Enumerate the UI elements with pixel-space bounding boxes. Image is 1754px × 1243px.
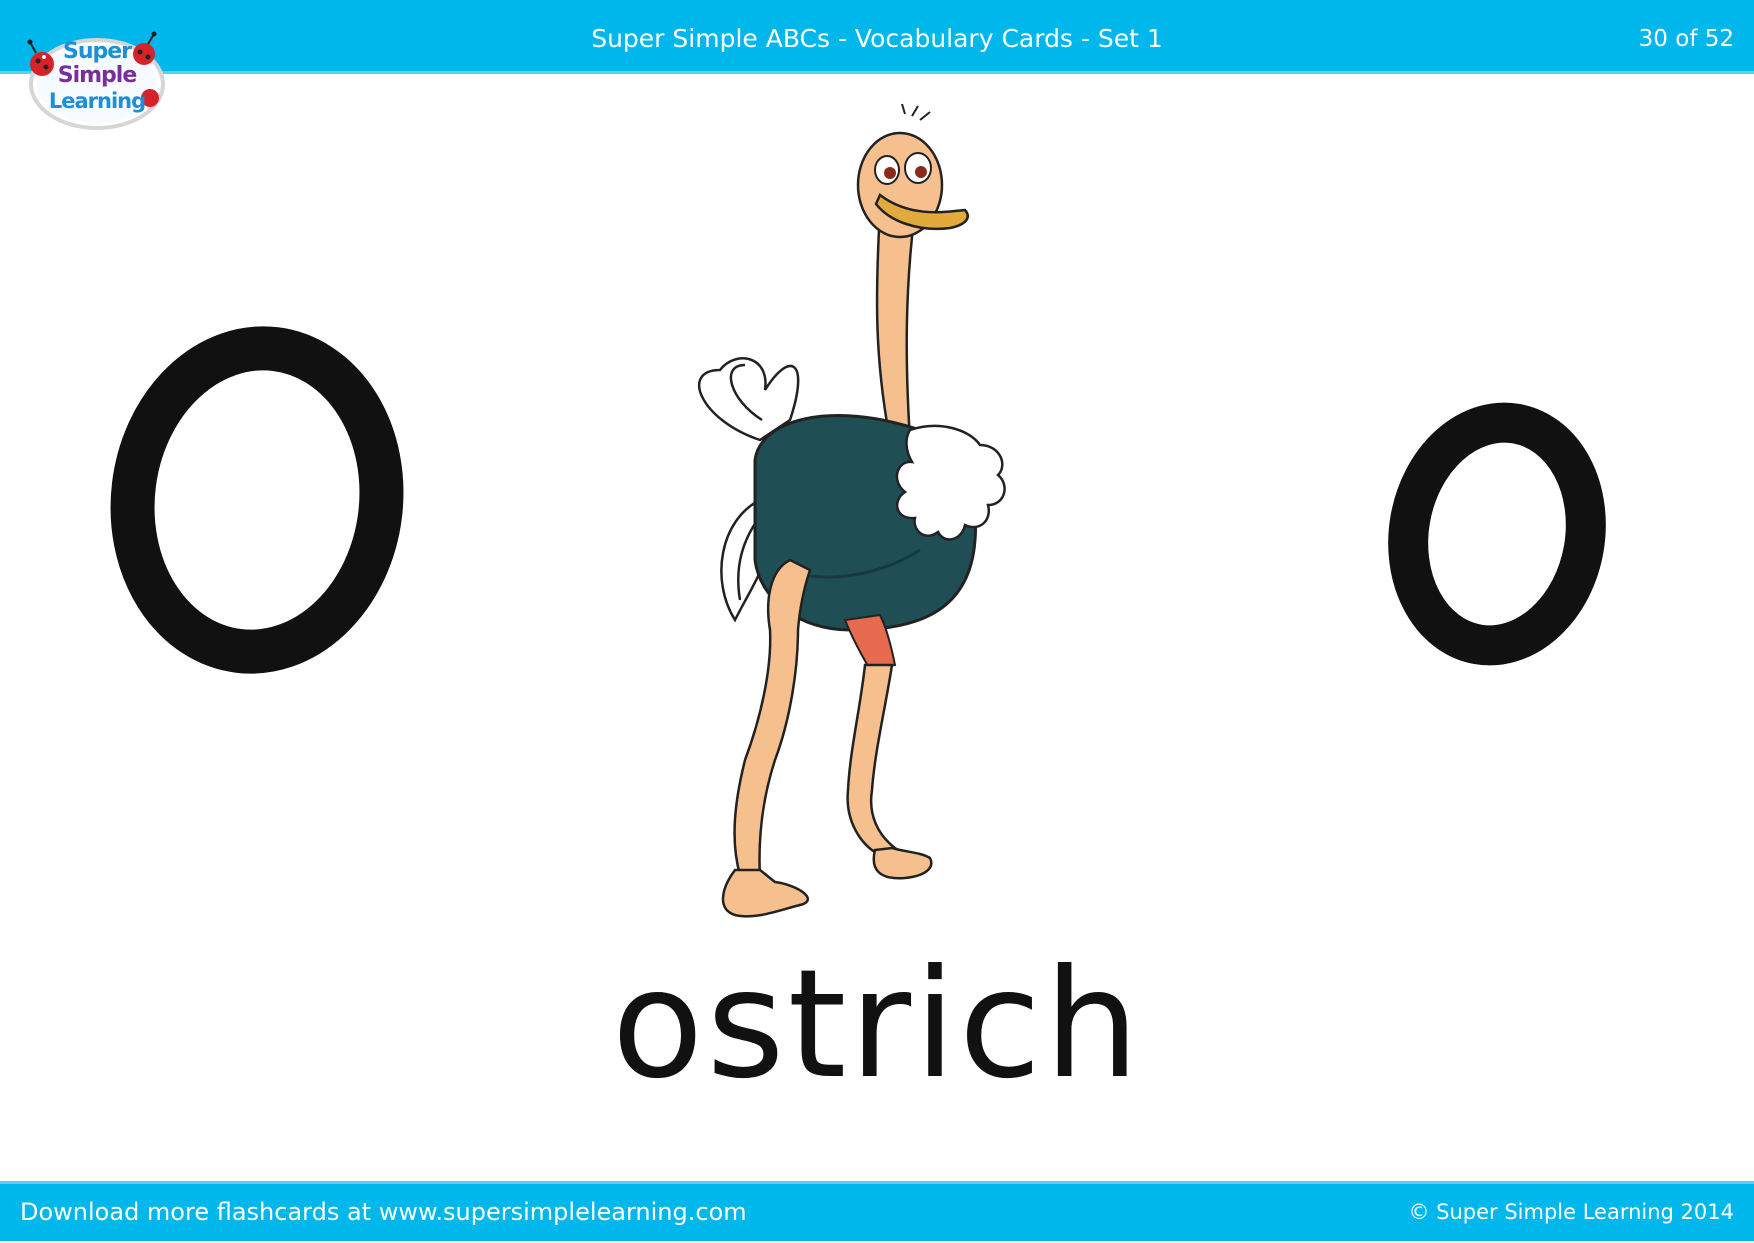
uppercase-letter — [105, 325, 410, 675]
logo-text-learning: Learning — [48, 89, 146, 113]
page-title: Super Simple ABCs - Vocabulary Cards - S… — [591, 24, 1163, 53]
page-counter: 30 of 52 — [1638, 26, 1734, 52]
logo-text-super: Super — [62, 39, 132, 64]
vocabulary-word: ostrich — [611, 938, 1143, 1112]
download-link[interactable]: Download more flashcards at www.supersim… — [20, 1181, 747, 1241]
super-simple-learning-logo[interactable]: Super Simple Learning — [22, 28, 172, 132]
logo-text-simple: Simple — [57, 63, 138, 88]
copyright-text: © Super Simple Learning 2014 — [1408, 1200, 1734, 1224]
ostrich-illustration — [680, 100, 1090, 940]
lowercase-letter — [1385, 400, 1610, 668]
